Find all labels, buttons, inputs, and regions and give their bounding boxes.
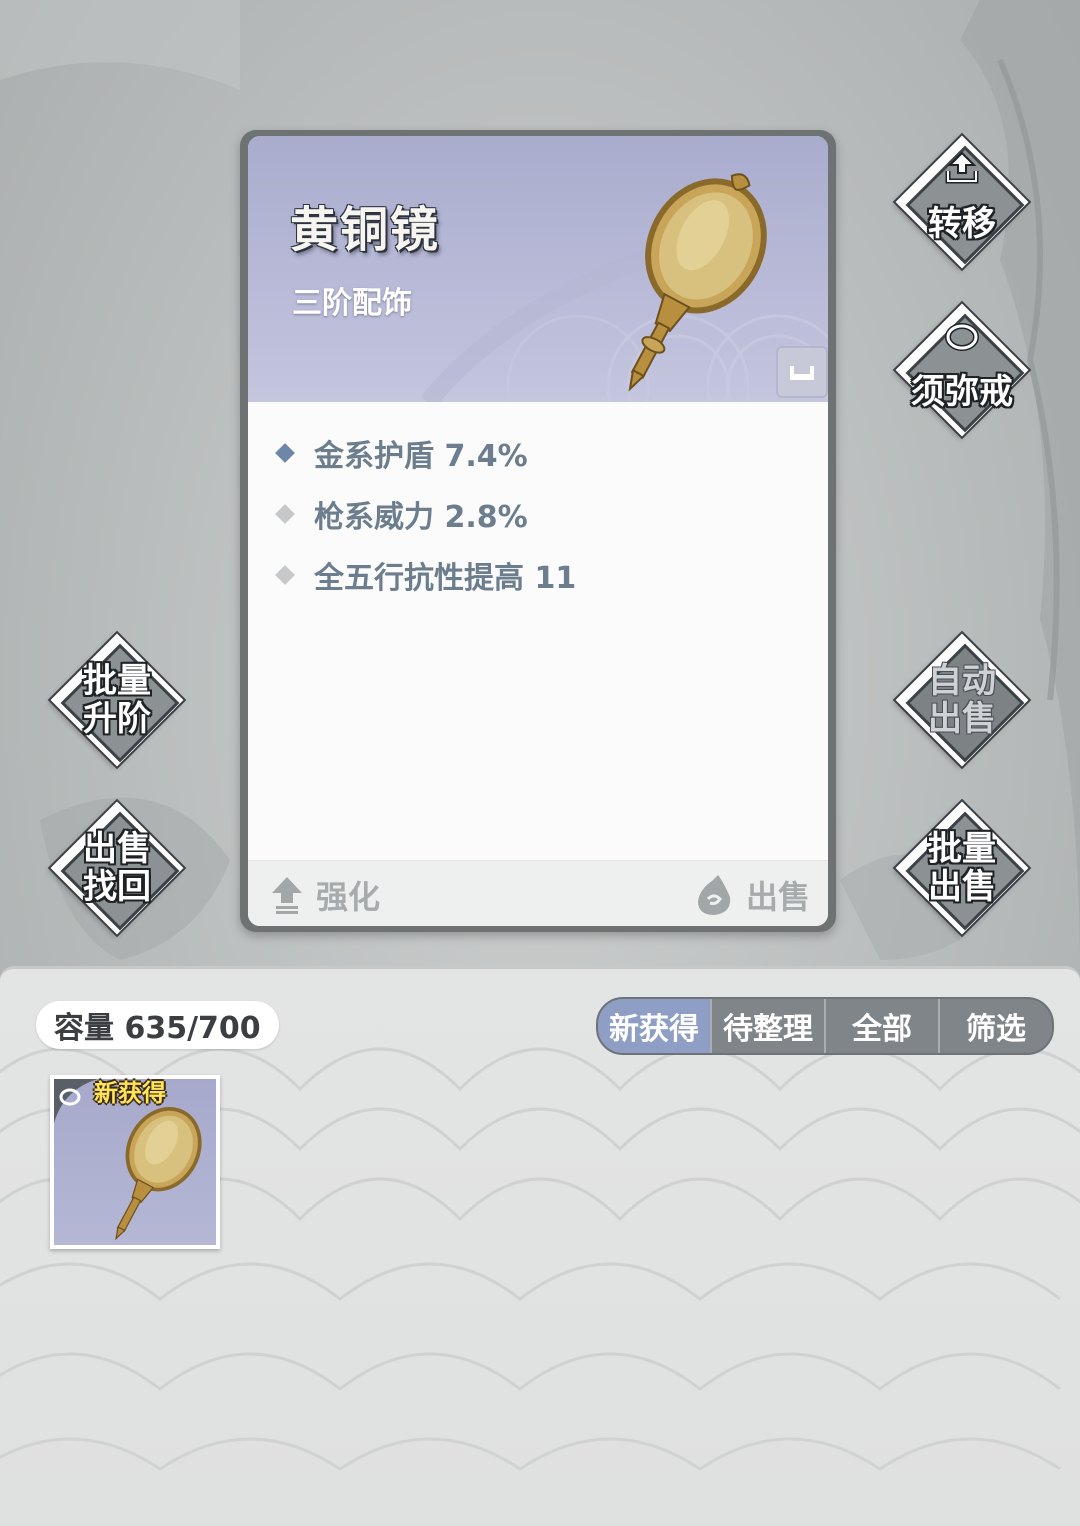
stat-text: 金系护盾 7.4% [314, 438, 528, 474]
brass-mirror-icon [115, 1107, 202, 1241]
tab-new[interactable]: 新获得 [598, 999, 712, 1053]
brass-mirror-icon [628, 173, 767, 392]
lock-icon[interactable] [776, 346, 828, 398]
money-bag-icon [698, 875, 731, 915]
batch-upgrade-button[interactable]: 批量 升阶 [50, 633, 184, 767]
sell-recover-text-1: 出售 [83, 829, 151, 869]
batch-sell-label: 批量 出售 [895, 801, 1029, 935]
inventory-tabs: 新获得 待整理 全部 筛选 [596, 997, 1054, 1055]
auto-sell-text-1: 自动 [928, 661, 996, 701]
sell-recover-button[interactable]: 出售 找回 [50, 801, 184, 935]
up-arrow-icon [272, 877, 302, 914]
sell-button[interactable]: 出售 [694, 873, 810, 917]
auto-sell-button[interactable]: 自动 出售 [895, 633, 1029, 767]
stat-row: 枪系威力 2.8% [272, 483, 576, 544]
transfer-button[interactable]: 转移 [895, 135, 1029, 269]
ring-storage-button[interactable]: 须弥戒 [895, 303, 1029, 437]
stat-diamond-icon [275, 564, 295, 585]
stat-text: 全五行抗性提高 11 [314, 560, 577, 596]
stat-diamond-icon [275, 442, 295, 463]
tab-filter[interactable]: 筛选 [940, 999, 1052, 1053]
auto-sell-label: 自动 出售 [895, 633, 1029, 767]
stat-diamond-icon [275, 503, 295, 524]
ring-storage-label: 须弥戒 [895, 303, 1029, 459]
sell-recover-label: 出售 找回 [50, 801, 184, 935]
item-detail-inner: 黄铜镜 三阶配饰 金系护盾 7.4% 枪系威力 2.8% 全五行抗性提高 11 … [248, 136, 828, 926]
ring-storage-text: 须弥戒 [911, 372, 1013, 412]
auto-sell-text-2: 出售 [928, 699, 996, 739]
transfer-text: 转移 [928, 204, 996, 244]
tab-to-organize[interactable]: 待整理 [712, 999, 826, 1053]
tab-all[interactable]: 全部 [826, 999, 940, 1053]
enhance-button[interactable]: 强化 [270, 873, 380, 917]
stat-row: 全五行抗性提高 11 [272, 544, 576, 605]
item-header: 黄铜镜 三阶配饰 [248, 136, 828, 402]
transfer-label: 转移 [895, 135, 1029, 291]
stat-text: 枪系威力 2.8% [314, 499, 528, 535]
item-stats-list: 金系护盾 7.4% 枪系威力 2.8% 全五行抗性提高 11 [272, 422, 576, 605]
inventory-slot[interactable]: 新获得 [50, 1075, 220, 1249]
inventory-panel: 容量 635/700 新获得 待整理 全部 筛选 新获得 [0, 966, 1080, 1526]
new-tag: 新获得 [94, 1079, 166, 1107]
sell-label: 出售 [746, 878, 811, 916]
batch-sell-text-2: 出售 [928, 867, 996, 907]
batch-upgrade-text-2: 升阶 [83, 699, 151, 739]
item-card-footer: 强化 出售 [248, 860, 828, 926]
item-grade: 三阶配饰 [292, 286, 412, 321]
capacity-indicator: 容量 635/700 [36, 1001, 279, 1049]
item-name: 黄铜镜 [290, 202, 441, 258]
batch-upgrade-label: 批量 升阶 [50, 633, 184, 767]
enhance-label: 强化 [316, 878, 381, 916]
batch-sell-text-1: 批量 [928, 829, 996, 869]
sell-recover-text-2: 找回 [83, 867, 151, 907]
batch-sell-button[interactable]: 批量 出售 [895, 801, 1029, 935]
item-detail-card: 黄铜镜 三阶配饰 金系护盾 7.4% 枪系威力 2.8% 全五行抗性提高 11 … [240, 130, 836, 932]
stat-row: 金系护盾 7.4% [272, 422, 576, 483]
batch-upgrade-text-1: 批量 [83, 661, 151, 701]
